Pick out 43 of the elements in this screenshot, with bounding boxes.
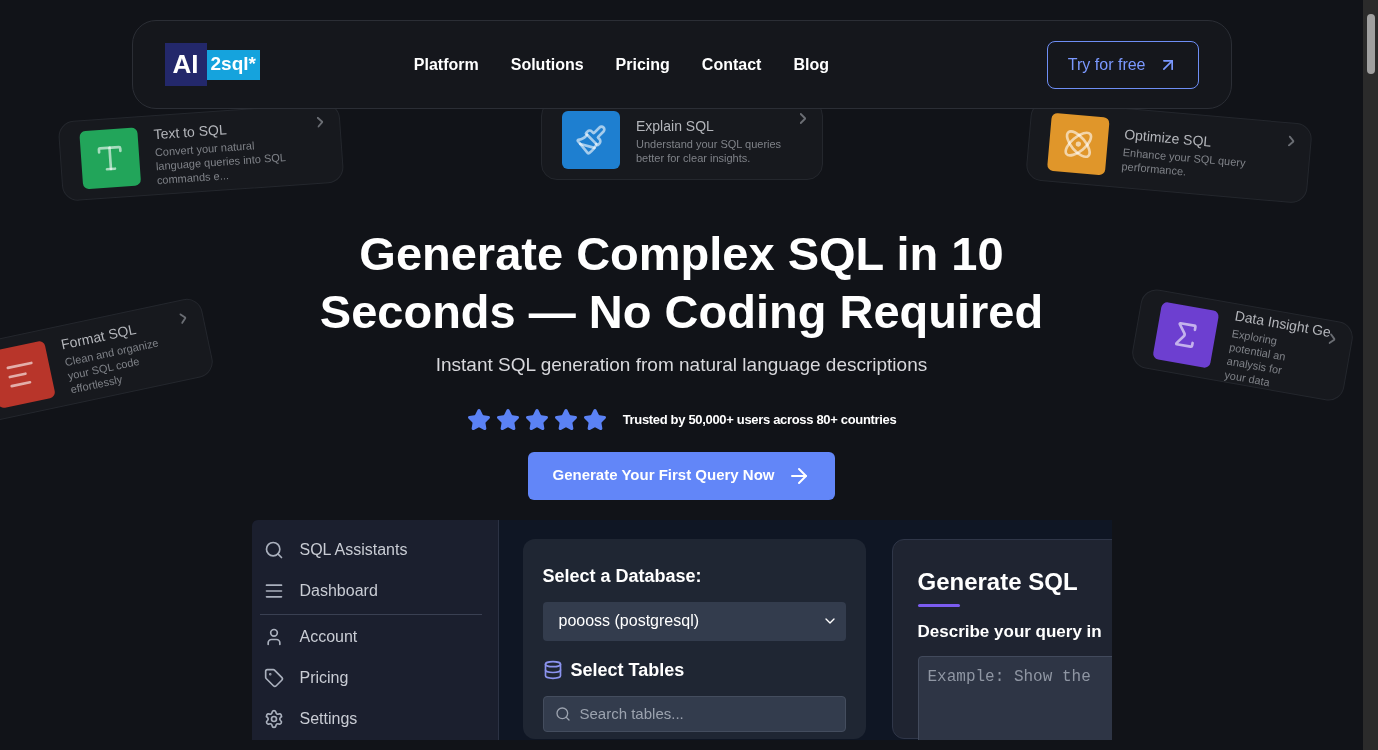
database-select[interactable]: poooss (postgresql)	[542, 601, 846, 641]
search-icon	[263, 540, 284, 560]
chevron-right-icon	[1287, 135, 1295, 147]
chevron-right-icon	[179, 312, 188, 325]
select-tables-label: Select Tables	[570, 658, 685, 682]
sidebar-item[interactable]: SQL Assistants	[251, 529, 498, 571]
hero-heading: Seconds — No Coding Required	[319, 284, 1044, 340]
describe-label: Describe your query in	[917, 620, 1103, 643]
nav-link[interactable]: Pricing	[615, 52, 670, 77]
trust-text: Trusted by 50,000+ users across 80+ countries	[622, 410, 897, 429]
chevron-right-icon	[800, 113, 806, 124]
database-icon	[542, 660, 563, 680]
sidebar-item[interactable]: Pricing	[251, 657, 498, 699]
title-underline	[917, 603, 960, 607]
sidebar-item[interactable]: Dashboard	[251, 570, 498, 612]
table-search-field[interactable]: Search tables...	[542, 695, 846, 732]
logo[interactable]: AI 2sql*	[164, 43, 260, 86]
nav-link[interactable]: Contact	[701, 52, 762, 77]
tag-icon	[263, 667, 284, 688]
star-icon	[553, 407, 578, 432]
nav-link[interactable]: Platform	[413, 52, 479, 77]
hero-subtitle: Instant SQL generation from natural language descriptions	[435, 353, 928, 377]
search-icon	[554, 705, 571, 722]
star-icon	[524, 407, 549, 432]
settings-icon	[263, 708, 284, 729]
query-field[interactable]: Example: Show the	[917, 656, 1112, 740]
scrollbar[interactable]	[1363, 0, 1378, 750]
nav-link[interactable]: Solutions	[510, 52, 584, 77]
feature-title: Explain SQL	[636, 116, 714, 136]
database-label: Select a Database:	[542, 564, 703, 588]
sidebar-item[interactable]: Settings	[251, 698, 498, 740]
feature-description: Understand your SQL queries better for clear insights.	[636, 136, 782, 165]
try-for-free-button[interactable]: Try for free	[1046, 40, 1199, 89]
nav-link[interactable]: Blog	[793, 52, 829, 77]
bars-icon	[263, 581, 284, 601]
star-icon	[495, 407, 520, 432]
star-icon	[582, 407, 607, 432]
chevron-right-icon	[316, 116, 324, 128]
sidebar-item[interactable]: Account	[251, 616, 498, 658]
chevron-right-icon	[1328, 333, 1337, 345]
star-icon	[466, 407, 491, 432]
hero-heading: Generate Complex SQL in 10	[359, 226, 1004, 282]
generate-title: Generate SQL	[917, 566, 1079, 597]
